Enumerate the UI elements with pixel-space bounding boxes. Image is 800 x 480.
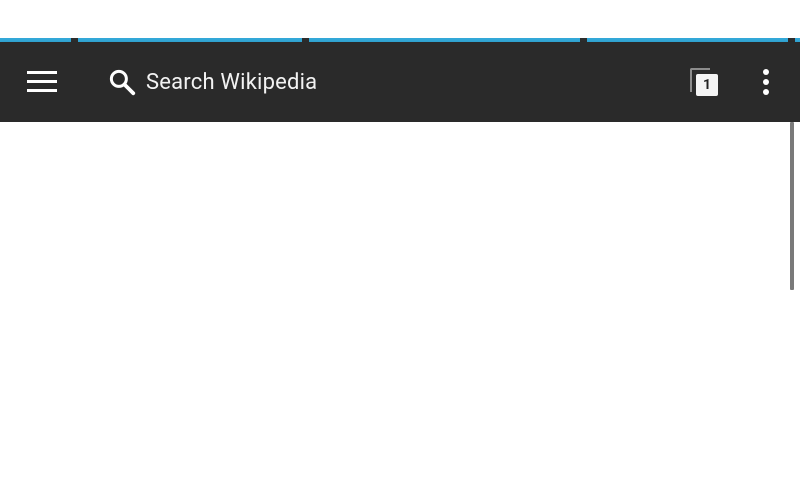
search-icon: [109, 69, 136, 96]
tabs-button[interactable]: 1: [680, 60, 728, 104]
overflow-menu-button[interactable]: [744, 60, 788, 104]
scrollbar[interactable]: [790, 122, 794, 290]
navigation-menu-button[interactable]: [18, 60, 66, 104]
tab-count-badge: 1: [696, 74, 718, 96]
more-vert-icon: [763, 69, 769, 95]
tabs-icon: 1: [688, 66, 720, 98]
page-content: [0, 122, 800, 480]
search-icon-container: [104, 64, 140, 100]
search-placeholder: Search Wikipedia: [146, 69, 318, 95]
hamburger-menu-icon: [27, 71, 57, 92]
search-bar[interactable]: Search Wikipedia: [104, 56, 404, 108]
app-toolbar: Search Wikipedia 1: [0, 42, 800, 122]
status-strip: [0, 0, 800, 38]
